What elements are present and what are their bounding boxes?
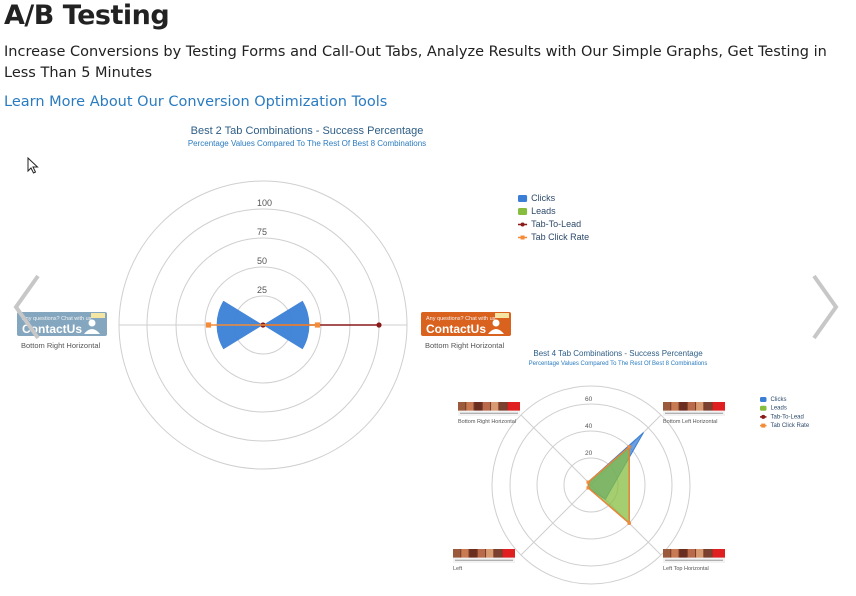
legend-swatch — [760, 405, 767, 411]
legend-label: Leads — [531, 206, 556, 216]
chevron-right-icon — [812, 274, 839, 340]
legend-marker — [520, 222, 525, 227]
radar-spoke — [520, 414, 592, 486]
series-point — [314, 322, 321, 328]
legend-marker — [761, 423, 766, 428]
category-label: Bottom Right Horizontal — [458, 419, 516, 425]
radial-tick-label: 50 — [257, 256, 267, 266]
tab-image — [663, 402, 725, 416]
radial-tick-label: 60 — [585, 396, 593, 403]
radar-chart-1: Best 2 Tab Combinations - Success Percen… — [17, 125, 589, 470]
carousel-next-button[interactable] — [806, 272, 846, 342]
category-label: Bottom Left Horizontal — [663, 419, 717, 425]
series-point — [586, 480, 590, 484]
radial-tick-label: 20 — [585, 450, 593, 457]
legend-label: Clicks — [531, 193, 555, 203]
series-point — [586, 486, 590, 490]
chart-subtitle: Percentage Values Compared To The Rest O… — [188, 139, 426, 148]
tab-image: Any questions? Chat with usContactUs — [421, 312, 511, 336]
chart-title: Best 4 Tab Combinations - Success Percen… — [533, 349, 703, 358]
legend-swatch — [518, 208, 528, 215]
category-label: Left Top Horizontal — [663, 566, 709, 572]
chart-subtitle: Percentage Values Compared To The Rest O… — [529, 361, 708, 367]
radial-tick-label: 40 — [585, 423, 593, 430]
radar-spoke — [520, 484, 592, 556]
radial-tick-label: 25 — [257, 285, 267, 295]
carousel-prev-button[interactable] — [6, 272, 46, 342]
legend-marker — [761, 414, 766, 419]
tab-image — [663, 549, 725, 563]
legend-label: Clicks — [771, 397, 787, 403]
legend-label: Leads — [771, 406, 787, 412]
tab-image — [458, 402, 520, 416]
category-label: Bottom Right Horizontal — [21, 341, 101, 350]
series-point — [205, 322, 212, 328]
charts-canvas: Best 2 Tab Combinations - Success Percen… — [17, 125, 810, 585]
category-label: Bottom Right Horizontal — [425, 341, 505, 350]
legend-swatch — [760, 397, 767, 402]
chart-title: Best 2 Tab Combinations - Success Percen… — [191, 125, 424, 137]
radial-tick-label: 100 — [257, 198, 272, 208]
legend-label: Tab Click Rate — [771, 423, 810, 429]
svg-text:ContactUs: ContactUs — [426, 322, 486, 336]
radar-chart-2: Best 4 Tab Combinations - Success Percen… — [453, 349, 810, 585]
radial-tick-label: 75 — [257, 227, 267, 237]
category-label: Left — [453, 566, 463, 572]
legend-label: Tab-To-Lead — [531, 219, 581, 229]
legend-label: Tab-To-Lead — [771, 414, 804, 420]
legend-label: Tab Click Rate — [531, 232, 589, 242]
tab-image — [453, 549, 515, 563]
chevron-left-icon — [13, 274, 40, 340]
series-point — [376, 322, 382, 328]
series-point — [627, 445, 631, 449]
series-point — [627, 521, 631, 525]
legend-marker — [520, 235, 525, 240]
legend-swatch — [518, 195, 528, 202]
